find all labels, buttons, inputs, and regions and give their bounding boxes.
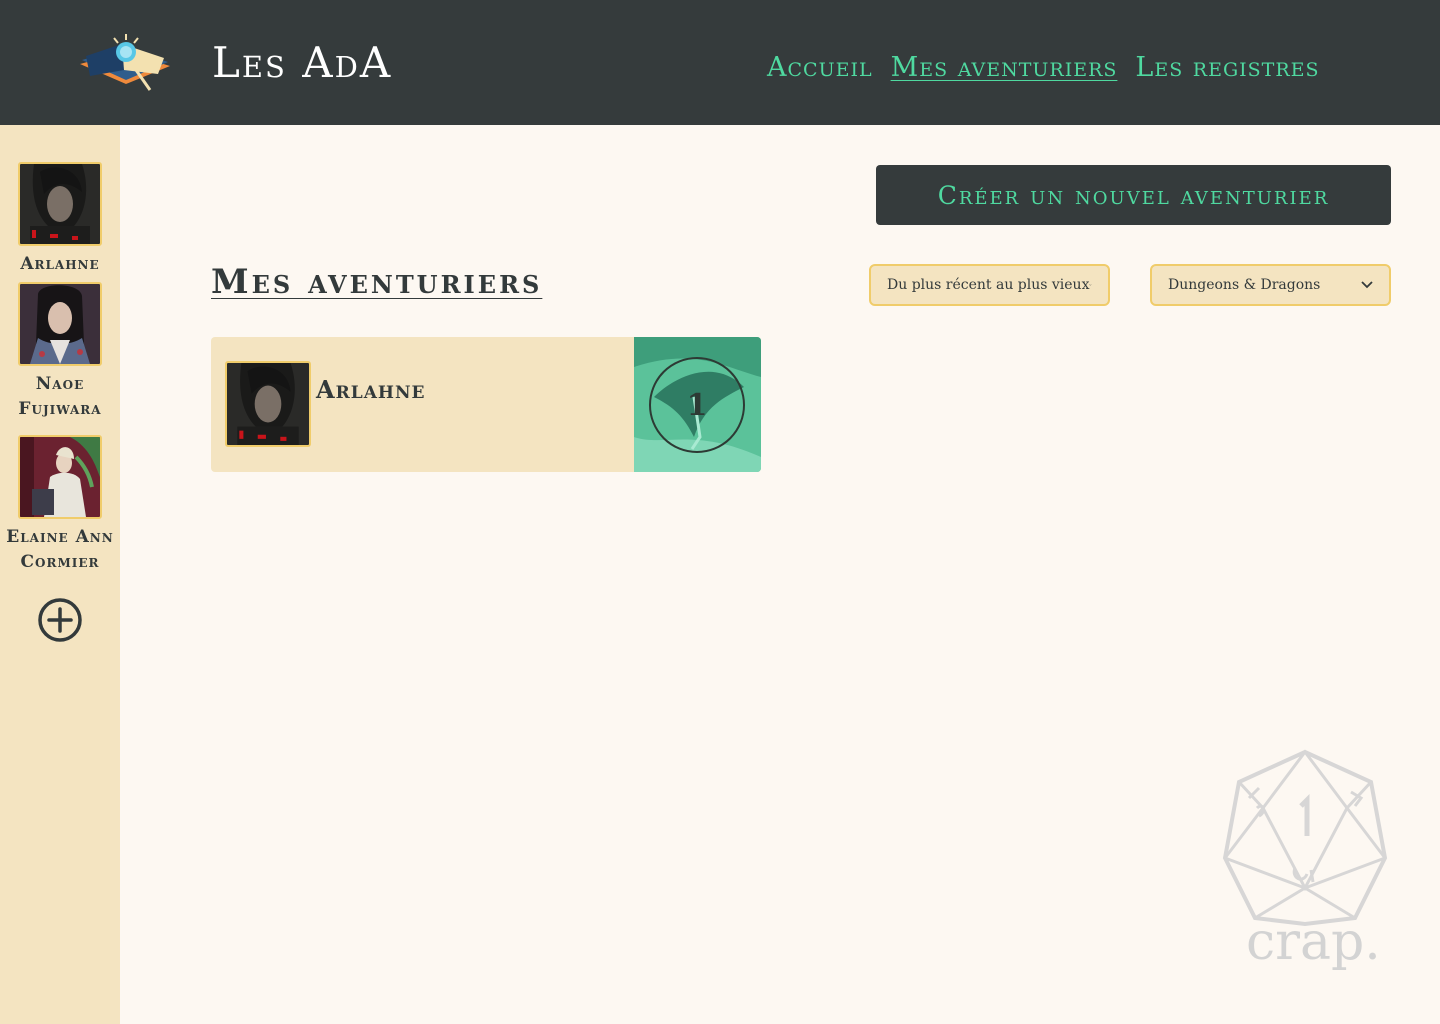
site-title[interactable]: Les AdA	[212, 38, 392, 87]
adventurer-card[interactable]: Arlahne 1	[211, 337, 761, 472]
avatar	[225, 361, 311, 447]
book-logo-icon[interactable]	[78, 30, 172, 96]
adventurer-name: Arlahne	[316, 375, 426, 404]
portrait-dark-hair-icon	[20, 164, 100, 244]
sidebar-character-name: Naoe Fujiwara	[18, 374, 102, 419]
portrait-seated-icon	[20, 437, 100, 517]
sidebar-character-elaine[interactable]: Elaine Ann Cormier	[0, 435, 120, 575]
portrait-dark-hair-icon	[227, 363, 309, 445]
nav-accueil[interactable]: Accueil	[767, 52, 873, 83]
nav-les-registres[interactable]: Les registres	[1135, 52, 1319, 83]
add-circle-icon[interactable]	[37, 597, 83, 643]
nav-mes-aventuriers[interactable]: Mes aventuriers	[891, 52, 1118, 83]
dice-logo-text: crap.	[1246, 912, 1381, 972]
portrait-woman-icon	[20, 284, 100, 364]
page-title: Mes aventuriers	[211, 262, 543, 302]
sidebar-character-name: Arlahne	[20, 254, 100, 274]
create-adventurer-button[interactable]: Créer un nouvel aventurier	[876, 165, 1391, 225]
card-art: 1	[634, 337, 761, 472]
sidebar-character-arlahne[interactable]: Arlahne	[0, 162, 120, 277]
avatar	[18, 435, 102, 519]
top-header: Les AdA Accueil Mes aventuriers Les regi…	[0, 0, 1440, 125]
chevron-down-icon	[1089, 284, 1092, 286]
chevron-down-icon	[1361, 281, 1373, 289]
avatar	[18, 162, 102, 246]
sidebar-character-name: Elaine Ann Cormier	[6, 527, 114, 572]
game-select[interactable]: Dungeons & Dragons	[1150, 264, 1391, 306]
avatar	[18, 282, 102, 366]
sort-select-value: Du plus récent au plus vieux	[887, 277, 1090, 293]
sort-select[interactable]: Du plus récent au plus vieux	[869, 264, 1110, 306]
character-sidebar: Arlahne Naoe Fujiwara Elaine Ann Cormier	[0, 125, 120, 1024]
sidebar-character-naoe[interactable]: Naoe Fujiwara	[0, 282, 120, 422]
main-nav: Accueil Mes aventuriers Les registres	[767, 52, 1320, 83]
game-select-value: Dungeons & Dragons	[1168, 277, 1321, 293]
level-badge: 1	[649, 357, 745, 453]
